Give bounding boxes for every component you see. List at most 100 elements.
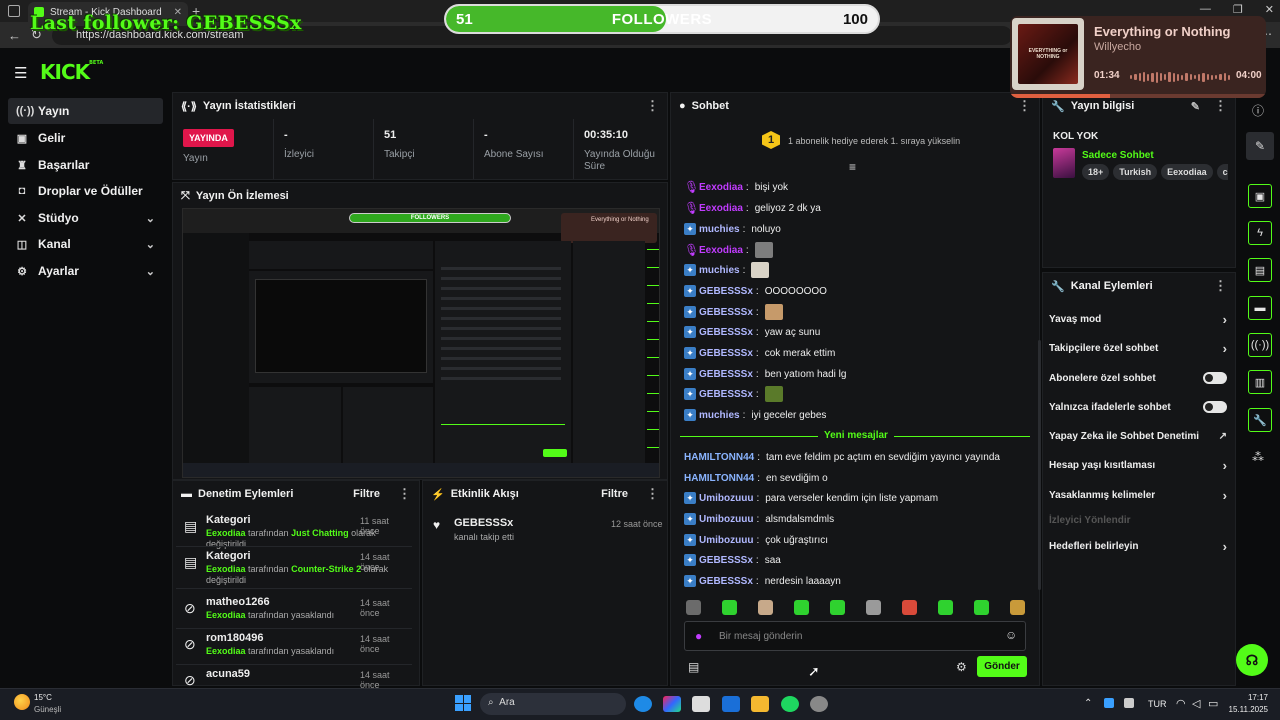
lightning-rail-icon[interactable]: ϟ: [1248, 221, 1272, 245]
emote-picker-item[interactable]: [830, 600, 845, 615]
edit-rail-icon[interactable]: ✎: [1246, 132, 1274, 160]
emote-picker-item[interactable]: [794, 600, 809, 615]
category-thumbnail[interactable]: [1053, 148, 1075, 178]
chat-username[interactable]: Eexodiaa: [699, 182, 743, 193]
sidebar-item-droplar[interactable]: ◘ Droplar ve Ödüller: [8, 178, 163, 204]
chat-username[interactable]: muchies: [699, 410, 740, 421]
more-options-icon[interactable]: ⋮: [1214, 98, 1227, 114]
edit-icon[interactable]: ✎: [1191, 100, 1200, 113]
chat-username[interactable]: Umibozuuu: [699, 514, 753, 525]
chat-username[interactable]: GEBESSSx: [699, 348, 753, 359]
hamburger-menu-icon[interactable]: ☰: [14, 64, 27, 82]
folder-icon[interactable]: [751, 696, 769, 712]
more-options-icon[interactable]: ⋮: [398, 486, 411, 502]
chat-username[interactable]: GEBESSSx: [699, 576, 753, 587]
chat-settings-icon[interactable]: ⚙: [956, 660, 967, 674]
chat-username[interactable]: HAMILTONN44: [684, 473, 754, 484]
category-name[interactable]: Sadece Sohbet: [1082, 150, 1154, 161]
tray-chevron-icon[interactable]: ⌃: [1084, 698, 1092, 709]
channel-action-row[interactable]: Yalnızca ifadelerle sohbet: [1049, 399, 1227, 415]
minimize-icon[interactable]: —: [1200, 3, 1211, 16]
chat-input[interactable]: ● Bir mesaj gönderin ☺: [684, 621, 1026, 651]
emote-picker-item[interactable]: [866, 600, 881, 615]
maximize-icon[interactable]: ❐: [1233, 3, 1243, 16]
chat-username[interactable]: Eexodiaa: [699, 245, 743, 256]
chat-scrollbar[interactable]: [1038, 340, 1041, 590]
chat-username[interactable]: GEBESSSx: [699, 389, 753, 400]
chat-username[interactable]: GEBESSSx: [699, 307, 753, 318]
chat-username[interactable]: Eexodiaa: [699, 203, 743, 214]
sidebar-item-gelir[interactable]: ▣ Gelir: [8, 125, 163, 151]
channel-action-row[interactable]: Takipçilere özel sohbet ›: [1049, 340, 1227, 356]
chat-username[interactable]: Umibozuuu: [699, 493, 753, 504]
store-app-icon[interactable]: [692, 696, 710, 712]
more-options-icon[interactable]: ⋮: [646, 486, 659, 502]
emote-picker-item[interactable]: [758, 600, 773, 615]
notes-rail-icon[interactable]: ▤: [1248, 258, 1272, 282]
channel-action-row[interactable]: Yapay Zeka ile Sohbet Denetimi ↗: [1049, 428, 1227, 444]
tools-rail-icon[interactable]: 🔧: [1248, 408, 1272, 432]
sidebar-item-ayarlar[interactable]: ⚙ Ayarlar ⌄: [8, 258, 163, 284]
sidebar-item-kanal[interactable]: ◫ Kanal ⌄: [8, 231, 163, 257]
battery-icon[interactable]: ▭: [1208, 697, 1218, 710]
emote-picker-item[interactable]: [938, 600, 953, 615]
more-tools-icon[interactable]: ⁂: [1252, 450, 1264, 464]
sidebar-item-yayin[interactable]: ((·)) Yayın: [8, 98, 163, 124]
tab-actions-icon[interactable]: [8, 5, 20, 17]
chat-username[interactable]: GEBESSSx: [699, 369, 753, 380]
info-icon[interactable]: ⓘ: [1252, 102, 1264, 119]
tray-app-icon[interactable]: [1104, 698, 1114, 708]
emoji-icon[interactable]: ☺: [1005, 628, 1017, 642]
help-button[interactable]: ☊: [1236, 644, 1268, 676]
edge-icon[interactable]: [634, 696, 652, 712]
filter-button[interactable]: Filtre: [353, 488, 380, 500]
copilot-icon[interactable]: [663, 696, 681, 712]
chat-username[interactable]: muchies: [699, 265, 740, 276]
emote-picker-item[interactable]: [722, 600, 737, 615]
channel-action-row[interactable]: Hedefleri belirleyin ›: [1049, 538, 1227, 554]
send-button[interactable]: Gönder: [977, 656, 1027, 677]
wifi-icon[interactable]: ◠: [1176, 697, 1186, 710]
toggle-switch[interactable]: [1203, 372, 1227, 384]
volume-icon[interactable]: ◁: [1192, 697, 1200, 710]
channel-action-row[interactable]: Yavaş mod ›: [1049, 311, 1227, 327]
more-options-icon[interactable]: ⋮: [646, 98, 659, 114]
pinned-toggle-icon[interactable]: ≡: [849, 160, 856, 174]
weather-temp[interactable]: 15°C: [34, 693, 52, 702]
chat-username[interactable]: GEBESSSx: [699, 286, 753, 297]
windows-start-icon[interactable]: [455, 695, 471, 711]
toggle-switch[interactable]: [1203, 401, 1227, 413]
store-rail-icon[interactable]: ▥: [1248, 370, 1272, 394]
channel-action-row[interactable]: Yasaklanmış kelimeler ›: [1049, 487, 1227, 503]
chat-username[interactable]: GEBESSSx: [699, 327, 753, 338]
sidebar-item-studyo[interactable]: ✕ Stüdyo ⌄: [8, 205, 163, 231]
stream-preview-video[interactable]: FOLLOWERS Everything or Nothing: [182, 208, 660, 478]
chat-username[interactable]: muchies: [699, 224, 740, 235]
chat-rail-icon[interactable]: ▬: [1248, 296, 1272, 320]
kick-logo[interactable]: KICKBETA: [40, 60, 103, 84]
sidebar-item-basarilar[interactable]: ♜ Başarılar: [8, 152, 163, 178]
obs-icon[interactable]: [810, 696, 828, 712]
spotify-icon[interactable]: [781, 696, 799, 712]
store-icon[interactable]: ▤: [688, 660, 699, 674]
outlook-icon[interactable]: [722, 696, 740, 712]
filter-button[interactable]: Filtre: [601, 488, 628, 500]
tray-app2-icon[interactable]: [1124, 698, 1134, 708]
more-options-icon[interactable]: ⋮: [1214, 278, 1227, 294]
channel-action-row[interactable]: Abonelere özel sohbet: [1049, 370, 1227, 386]
stream-rail-icon[interactable]: ▣: [1248, 184, 1272, 208]
taskbar-search[interactable]: ⌕ Ara: [480, 693, 626, 715]
emote-picker-item[interactable]: [1010, 600, 1025, 615]
emote-picker-item[interactable]: [902, 600, 917, 615]
clock-time[interactable]: 17:17: [1226, 693, 1268, 702]
language-indicator[interactable]: TUR: [1148, 699, 1167, 709]
chat-username[interactable]: GEBESSSx: [699, 555, 753, 566]
emote-picker-item[interactable]: [974, 600, 989, 615]
channel-action-row[interactable]: Hesap yaşı kısıtlaması ›: [1049, 457, 1227, 473]
more-options-icon[interactable]: ⋮: [1018, 98, 1031, 114]
close-window-icon[interactable]: ✕: [1265, 3, 1274, 16]
broadcast-rail-icon[interactable]: ((·)): [1248, 333, 1272, 357]
emote-picker-item[interactable]: [686, 600, 701, 615]
chat-username[interactable]: Umibozuuu: [699, 535, 753, 546]
chat-username[interactable]: HAMILTONN44: [684, 452, 754, 463]
